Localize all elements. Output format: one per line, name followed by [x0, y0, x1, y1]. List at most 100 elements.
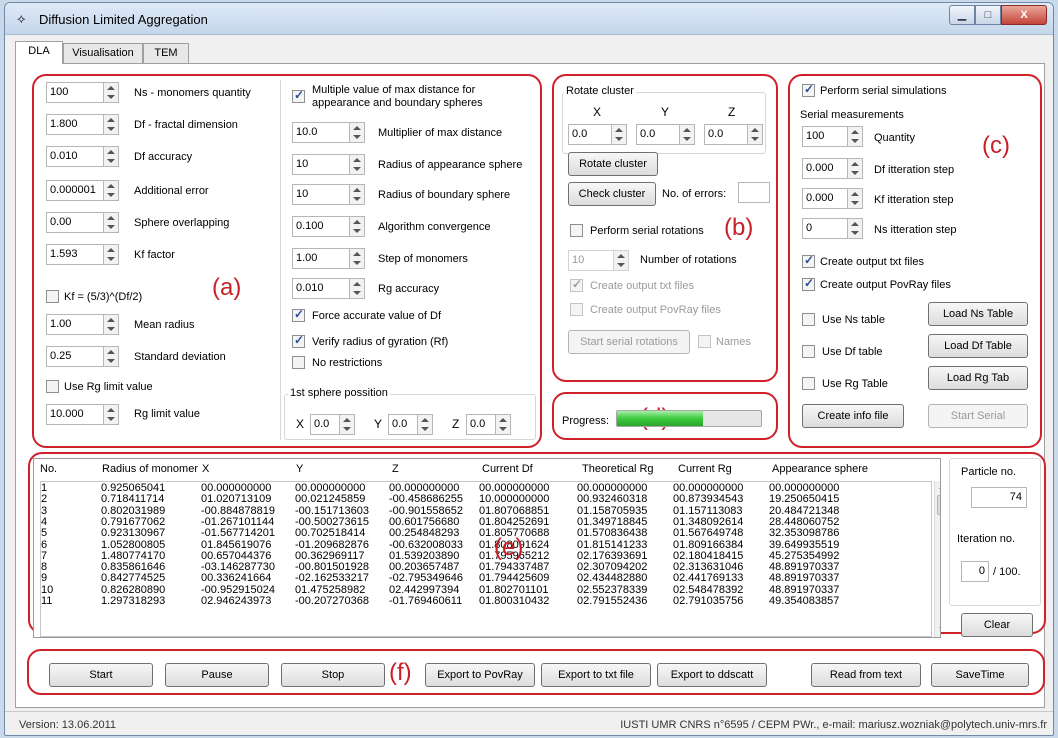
ns-table-checkbox[interactable] — [802, 313, 815, 326]
param-input[interactable]: 0.100 — [292, 216, 350, 237]
serial-rotations-checkbox[interactable] — [570, 224, 583, 237]
param-input[interactable]: 10.0 — [292, 122, 350, 143]
param-input[interactable]: 0.010 — [292, 278, 350, 299]
param-input[interactable]: 10 — [292, 154, 350, 175]
export-txt-button[interactable]: Export to txt file — [541, 663, 651, 687]
first-sphere-z-input[interactable]: 0.0 — [466, 414, 496, 435]
maximize-button[interactable]: □ — [975, 5, 1001, 25]
param-input[interactable]: 0.25 — [46, 346, 104, 367]
start-serial-button[interactable]: Start Serial — [928, 404, 1028, 428]
tab-visualisation[interactable]: Visualisation — [63, 43, 143, 63]
param-input[interactable]: 10 — [292, 184, 350, 205]
check-cluster-button[interactable]: Check cluster — [568, 182, 656, 206]
start-button[interactable]: Start — [49, 663, 153, 687]
load-rg-table-button[interactable]: Load Rg Tab — [928, 366, 1028, 390]
param-spinner[interactable] — [350, 122, 365, 143]
rot-output-pov-checkbox[interactable] — [570, 303, 583, 316]
serial-spinner[interactable] — [848, 218, 863, 239]
results-table[interactable]: No. Radius of monomer X Y Z Current Df Theoret… — [33, 458, 941, 638]
names-checkbox[interactable] — [698, 335, 711, 348]
table-row[interactable]: 6 1.052800805 01.845619076 -01.209682876 -00… — [41, 539, 931, 551]
rotate-y-input[interactable]: 0.0 — [636, 124, 680, 145]
kf-formula-checkbox[interactable] — [46, 290, 59, 303]
table-row[interactable]: 5 0.923130967 -01.567714201 00.702518414 00.… — [41, 528, 931, 539]
rg-limit-spinner[interactable] — [104, 404, 119, 425]
read-from-text-button[interactable]: Read from text — [811, 663, 921, 687]
param-spinner[interactable] — [104, 244, 119, 265]
rotate-cluster-button[interactable]: Rotate cluster — [568, 152, 658, 176]
rg-limit-input[interactable]: 10.000 — [46, 404, 104, 425]
table-row[interactable]: 9 0.842774525 00.336241664 -02.162533217 -02… — [41, 573, 931, 584]
param-input[interactable]: 1.00 — [46, 314, 104, 335]
tab-tem[interactable]: TEM — [143, 43, 189, 63]
scroll-up-arrow-icon[interactable] — [939, 485, 940, 489]
close-button[interactable]: X — [1001, 5, 1047, 25]
first-sphere-y-spinner[interactable] — [418, 414, 433, 435]
rotate-z-spinner[interactable] — [748, 124, 763, 145]
param-input[interactable]: 100 — [46, 82, 104, 103]
param-input[interactable]: 1.593 — [46, 244, 104, 265]
verify-rg-checkbox[interactable] — [292, 333, 305, 348]
serial-input[interactable]: 0 — [802, 218, 848, 239]
scroll-thumb[interactable] — [937, 495, 940, 515]
load-df-table-button[interactable]: Load Df Table — [928, 334, 1028, 358]
create-info-file-button[interactable]: Create info file — [802, 404, 904, 428]
param-spinner[interactable] — [104, 180, 119, 201]
table-row[interactable]: 11 1.297318293 02.946243973 -00.207270368 -0… — [41, 596, 931, 607]
param-input[interactable]: 0.010 — [46, 146, 104, 167]
table-body[interactable]: 1 0.925065041 00.000000000 00.000000000 00.0… — [40, 481, 932, 637]
param-spinner[interactable] — [104, 346, 119, 367]
param-spinner[interactable] — [350, 184, 365, 205]
load-ns-table-button[interactable]: Load Ns Table — [928, 302, 1028, 326]
param-spinner[interactable] — [350, 278, 365, 299]
minimize-button[interactable]: ▁ — [949, 5, 975, 25]
param-spinner[interactable] — [104, 212, 119, 233]
pause-button[interactable]: Pause — [165, 663, 269, 687]
param-spinner[interactable] — [350, 154, 365, 175]
serial-input[interactable]: 0.000 — [802, 188, 848, 209]
clear-button[interactable]: Clear — [961, 613, 1033, 637]
force-df-checkbox[interactable] — [292, 307, 305, 322]
table-scrollbar[interactable] — [934, 481, 940, 637]
serial-spinner[interactable] — [848, 126, 863, 147]
serial-output-pov-checkbox[interactable] — [802, 276, 815, 291]
perform-serial-checkbox[interactable] — [802, 82, 815, 97]
first-sphere-x-spinner[interactable] — [340, 414, 355, 435]
param-spinner[interactable] — [350, 248, 365, 269]
save-time-button[interactable]: SaveTime — [931, 663, 1029, 687]
param-input[interactable]: 1.800 — [46, 114, 104, 135]
serial-spinner[interactable] — [848, 188, 863, 209]
rot-output-txt-checkbox[interactable] — [570, 277, 583, 292]
start-serial-rotations-button[interactable]: Start serial rotations — [568, 330, 690, 354]
first-sphere-z-spinner[interactable] — [496, 414, 511, 435]
rg-table-checkbox[interactable] — [802, 377, 815, 390]
table-row[interactable]: 2 0.718411714 01.020713109 00.021245859 -00.… — [41, 494, 931, 505]
df-table-checkbox[interactable] — [802, 345, 815, 358]
param-spinner[interactable] — [104, 82, 119, 103]
export-ddscatt-button[interactable]: Export to ddscatt — [657, 663, 767, 687]
param-spinner[interactable] — [104, 146, 119, 167]
param-input[interactable]: 0.000001 — [46, 180, 104, 201]
scroll-down-arrow-icon[interactable] — [939, 627, 940, 631]
export-povray-button[interactable]: Export to PovRay — [425, 663, 535, 687]
tab-dla[interactable]: DLA — [15, 41, 63, 64]
use-rg-limit-checkbox[interactable] — [46, 380, 59, 393]
param-spinner[interactable] — [104, 314, 119, 335]
rotations-count-spinner[interactable] — [614, 250, 629, 271]
table-row[interactable]: 3 0.802031989 -00.884878819 -00.151713603 -0… — [41, 505, 931, 517]
serial-output-txt-checkbox[interactable] — [802, 253, 815, 268]
multiple-distance-checkbox[interactable] — [292, 88, 305, 103]
param-spinner[interactable] — [350, 216, 365, 237]
serial-spinner[interactable] — [848, 158, 863, 179]
rotate-x-spinner[interactable] — [612, 124, 627, 145]
param-input[interactable]: 1.00 — [292, 248, 350, 269]
param-input[interactable]: 0.00 — [46, 212, 104, 233]
serial-input[interactable]: 0.000 — [802, 158, 848, 179]
stop-button[interactable]: Stop — [281, 663, 385, 687]
first-sphere-y-input[interactable]: 0.0 — [388, 414, 418, 435]
no-restrictions-checkbox[interactable] — [292, 356, 305, 369]
rotate-y-spinner[interactable] — [680, 124, 695, 145]
param-spinner[interactable] — [104, 114, 119, 135]
rotate-z-input[interactable]: 0.0 — [704, 124, 748, 145]
first-sphere-x-input[interactable]: 0.0 — [310, 414, 340, 435]
